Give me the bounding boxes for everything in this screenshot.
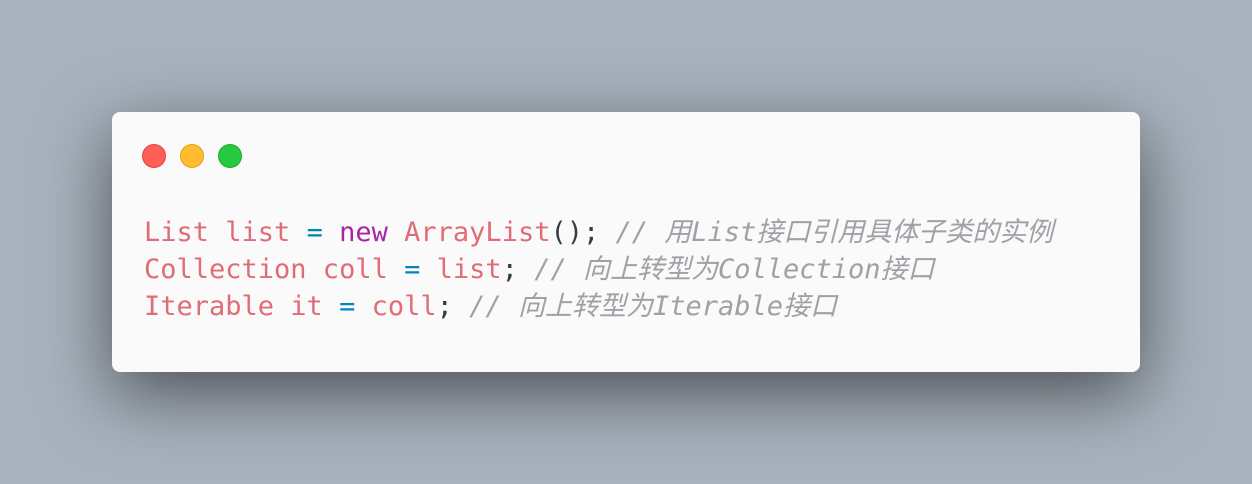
code-line-3: Iterable it = coll; // 向上转型为Iterable接口 (144, 288, 1053, 325)
code-comment: // 用List接口引用具体子类的实例 (615, 217, 1054, 248)
code-line-1: List list = new ArrayList(); // 用List接口引… (144, 214, 1053, 251)
code-token: = (339, 291, 356, 322)
code-token: new (339, 217, 388, 248)
code-token: Collection coll (144, 254, 388, 285)
minimize-button[interactable] (180, 144, 204, 168)
code-token: = (404, 254, 421, 285)
code-comment: // 向上转型为Iterable接口 (469, 291, 837, 322)
code-token: = (306, 217, 323, 248)
code-window: List list = new ArrayList(); // 用List接口引… (112, 112, 1140, 372)
code-token: coll (371, 291, 437, 322)
code-token: ; (436, 291, 453, 322)
code-token: (); (550, 217, 600, 248)
window-controls (142, 144, 242, 168)
code-token: list (436, 254, 502, 285)
code-token: Iterable it (144, 291, 323, 322)
code-line-2: Collection coll = list; // 向上转型为Collecti… (144, 251, 1053, 288)
code-comment: // 向上转型为Collection接口 (534, 254, 935, 285)
maximize-button[interactable] (218, 144, 242, 168)
code-token: List list (144, 217, 291, 248)
close-button[interactable] (142, 144, 166, 168)
code-token: ; (501, 254, 518, 285)
code-token: ArrayList (404, 217, 551, 248)
code-block: List list = new ArrayList(); // 用List接口引… (144, 214, 1053, 325)
